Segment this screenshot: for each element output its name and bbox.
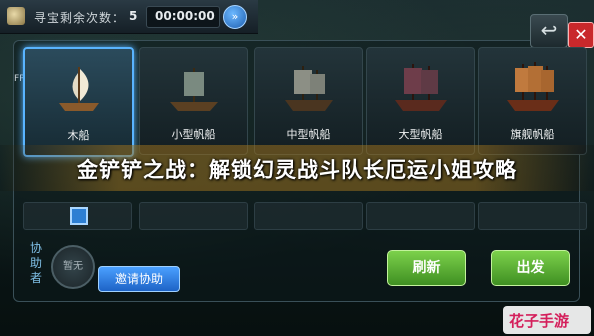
timer-box: 00:00:00 — [146, 6, 220, 28]
ship-slot-row — [366, 202, 475, 230]
ship-slot-row — [23, 202, 132, 230]
hunt-remaining-count: 5 — [129, 9, 138, 23]
site-watermark: 花子手游 — [503, 306, 591, 334]
top-bar: 寻宝剩余次数： 5 00:00:00 » — [0, 0, 258, 34]
selected-slot-marker — [70, 207, 88, 225]
ship-card-large-sail[interactable]: 大型帆船 — [366, 47, 475, 155]
title-banner: 金铲铲之战：解锁幻灵战斗队长厄运小姐攻略 — [0, 145, 594, 191]
watermark-text: 花子手游 — [509, 312, 570, 330]
small-sailboat-icon — [170, 68, 218, 111]
back-button[interactable]: ↩ — [530, 14, 568, 48]
large-sailboat-icon — [395, 64, 447, 111]
banner-title: 金铲铲之战：解锁幻灵战斗队长厄运小姐攻略 — [77, 158, 517, 182]
ship-name: 大型帆船 — [398, 128, 443, 141]
fast-forward-button[interactable]: » — [223, 5, 247, 29]
ship-name: 旗舰帆船 — [510, 128, 555, 141]
close-button[interactable]: ✕ — [568, 22, 594, 48]
ship-name: 木船 — [67, 129, 90, 142]
no-helper-avatar[interactable]: 暂无 — [51, 245, 95, 289]
ship-slot-row — [254, 202, 363, 230]
no-helper-text: 暂无 — [63, 261, 83, 272]
close-icon: ✕ — [574, 25, 588, 44]
ship-slot-row — [478, 202, 587, 230]
ship-card-medium-sail[interactable]: 中型帆船 — [254, 47, 363, 155]
invite-help-button[interactable]: 邀请协助 — [98, 266, 180, 292]
depart-button[interactable]: 出发 — [491, 250, 570, 286]
wooden-ship-icon — [59, 67, 99, 111]
flagship-sailboat-icon — [507, 62, 559, 111]
ship-name: 小型帆船 — [171, 128, 216, 141]
hunt-remaining-label: 寻宝剩余次数： — [34, 11, 126, 25]
ship-slot-row — [139, 202, 248, 230]
helper-label: 协助者 — [30, 241, 43, 285]
timer-text: 00:00:00 — [155, 9, 215, 23]
ship-card-flagship[interactable]: 旗舰帆船 — [478, 47, 587, 155]
refresh-button[interactable]: 刷新 — [387, 250, 466, 286]
treasure-icon — [7, 7, 25, 25]
back-arrow-icon: ↩ — [540, 18, 558, 42]
ship-name: 中型帆船 — [286, 128, 331, 141]
ship-card-small-sail[interactable]: 小型帆船 — [139, 47, 248, 155]
medium-sailboat-icon — [285, 66, 333, 111]
ship-card-wooden[interactable]: 木船 — [23, 47, 134, 157]
fast-forward-icon: » — [231, 10, 239, 23]
